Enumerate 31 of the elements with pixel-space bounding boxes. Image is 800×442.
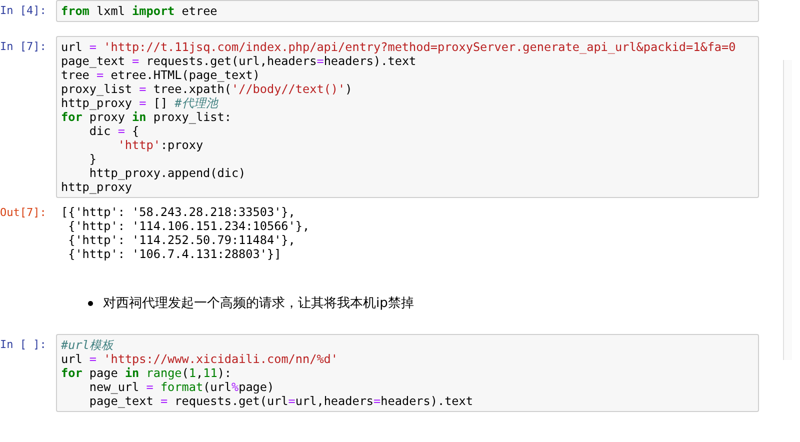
code-line: #url模板 [61,338,115,352]
code-line: http_proxy.append(dic) [88,166,247,180]
output-line: {'http': '106.7.4.131:28803'}] [67,247,282,261]
input-prompt: In [ ]: [0,337,48,352]
code-line: http_proxy = [] #代理池 [61,96,220,110]
output-line: {'http': '114.106.151.234:10566'}, [67,219,311,233]
code-line: url = 'https://www.xicidaili.com/nn/%d' [61,352,340,366]
output-line: [{'http': '58.243.28.218:33503'}, [61,205,296,219]
code-line: page_text = requests.get(url,headers=headers).text [61,54,418,68]
input-prompt: In [4]: [0,3,48,18]
markdown-text: 对西祠代理发起一个高频的请求，让其将我本机ip禁掉 [103,295,414,312]
code-cell[interactable]: from lxml import etree [56,0,759,22]
code-line: dic = { [88,124,140,138]
output-line: {'http': '114.252.50.79:11484'}, [67,233,296,247]
code-line: tree = etree.HTML(page_text) [61,68,261,82]
code-line: url = 'http://t.11jsq.com/index.php/api/entry?method=proxyServer.generate_api_url&packid=1&fa=0 [61,40,737,54]
code-line: } [88,152,98,166]
code-line: http_proxy [61,180,134,194]
code-cell[interactable] [56,36,759,198]
code-line: from lxml import etree [61,4,218,18]
code-line: 'http':proxy [116,138,204,152]
scrollbar[interactable] [783,60,792,360]
output-prompt: Out[7]: [0,205,48,220]
bullet-icon [88,300,93,306]
code-line: for page in range(1,11): [61,366,233,380]
code-line: proxy_list = tree.xpath('//body//text()') [61,82,354,96]
code-line: page_text = requests.get(url=url,headers=headers).text [88,394,474,408]
input-prompt: In [7]: [0,39,48,54]
code-cell[interactable]: #url模板 url = 'https://www.xicidaili.com/nn/%d' for page in range(1,11): new_url = format(url%page) page_text = requests.get(url=url,headers=headers).text [56,334,759,412]
code-line: new_url = format(url%page) [88,380,276,394]
code-line: for proxy in proxy_list: [61,110,232,124]
